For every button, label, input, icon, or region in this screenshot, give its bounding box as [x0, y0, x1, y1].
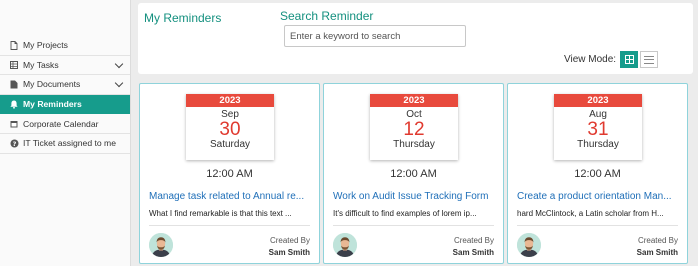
creator-name: Sam Smith [452, 248, 494, 257]
list-icon [644, 55, 654, 64]
list-view-button[interactable] [640, 51, 658, 68]
file-icon [9, 40, 19, 50]
reminder-card[interactable]: 2023 Aug 31 Thursday 12:00 AM Create a p… [507, 83, 688, 264]
created-by-label: Created By [637, 236, 678, 245]
reminders-header: My Reminders Search Reminder View Mode: [138, 3, 693, 74]
avatar [149, 233, 173, 257]
created-by-label: Created By [269, 236, 310, 245]
chevron-down-icon[interactable] [114, 78, 124, 88]
sidebar-item-label: My Documents [23, 79, 81, 90]
view-mode-label: View Mode: [564, 54, 617, 65]
creator-name: Sam Smith [636, 248, 678, 257]
reminder-description: What I find remarkable is that this text… [149, 209, 292, 218]
created-by-label: Created By [453, 236, 494, 245]
calendar-weekday: Saturday [209, 139, 251, 150]
question-circle-icon: ? [9, 139, 19, 148]
card-divider [517, 225, 678, 226]
chevron-down-icon[interactable] [114, 59, 124, 68]
reminder-description: It's difficult to find examples of lorem… [333, 209, 477, 218]
reminder-time: 12:00 AM [390, 168, 437, 180]
calendar-badge: 2023 Oct 12 Thursday [370, 94, 458, 160]
calendar-year: 2023 [370, 94, 458, 107]
calendar-weekday: Thursday [577, 139, 619, 150]
avatar [517, 233, 541, 257]
calendar-day: 30 [219, 119, 241, 140]
document-icon [9, 80, 19, 89]
calendar-icon [9, 120, 19, 128]
sidebar-item-it-ticket[interactable]: ? IT Ticket assigned to me [0, 134, 130, 154]
sidebar-item-my-reminders[interactable]: My Reminders [0, 94, 130, 115]
sidebar-item-my-documents[interactable]: My Documents [0, 75, 130, 95]
task-list-icon [9, 60, 19, 69]
calendar-weekday: Thursday [393, 139, 435, 150]
card-divider [333, 225, 494, 226]
sidebar-item-label: IT Ticket assigned to me [23, 138, 116, 149]
reminder-card[interactable]: 2023 Sep 30 Saturday 12:00 AM Manage tas… [139, 83, 320, 264]
sidebar-item-label: Corporate Calendar [23, 118, 99, 129]
avatar [333, 233, 357, 257]
calendar-day: 31 [587, 119, 609, 140]
card-divider [149, 225, 310, 226]
calendar-day: 12 [403, 119, 425, 140]
reminder-time: 12:00 AM [206, 168, 253, 180]
reminder-title-link[interactable]: Work on Audit Issue Tracking Form [333, 191, 495, 202]
reminder-title-link[interactable]: Manage task related to Annual re... [149, 191, 311, 202]
search-label: Search Reminder [280, 9, 374, 23]
grid-icon [624, 55, 634, 64]
svg-text:?: ? [12, 140, 16, 148]
sidebar-item-label: My Tasks [23, 59, 59, 70]
reminder-title-link[interactable]: Create a product orientation Man... [517, 191, 679, 202]
creator-name: Sam Smith [268, 248, 310, 257]
search-input[interactable] [284, 25, 466, 47]
page-title: My Reminders [144, 11, 222, 25]
sidebar-item-label: My Projects [23, 40, 68, 51]
grid-view-button[interactable] [620, 51, 638, 68]
sidebar-item-my-projects[interactable]: My Projects [0, 36, 130, 56]
sidebar-item-my-tasks[interactable]: My Tasks [0, 56, 130, 76]
reminder-card[interactable]: 2023 Oct 12 Thursday 12:00 AM Work on Au… [323, 83, 504, 264]
bell-icon [9, 100, 19, 109]
calendar-year: 2023 [186, 94, 274, 107]
sidebar: My Projects My Tasks My Documents My Rem… [0, 0, 131, 266]
reminder-time: 12:00 AM [574, 168, 621, 180]
calendar-badge: 2023 Aug 31 Thursday [554, 94, 642, 160]
calendar-badge: 2023 Sep 30 Saturday [186, 94, 274, 160]
calendar-year: 2023 [554, 94, 642, 107]
reminder-description: hard McClintock, a Latin scholar from H.… [517, 209, 664, 218]
sidebar-item-corporate-calendar[interactable]: Corporate Calendar [0, 114, 130, 134]
sidebar-item-label: My Reminders [23, 99, 82, 110]
